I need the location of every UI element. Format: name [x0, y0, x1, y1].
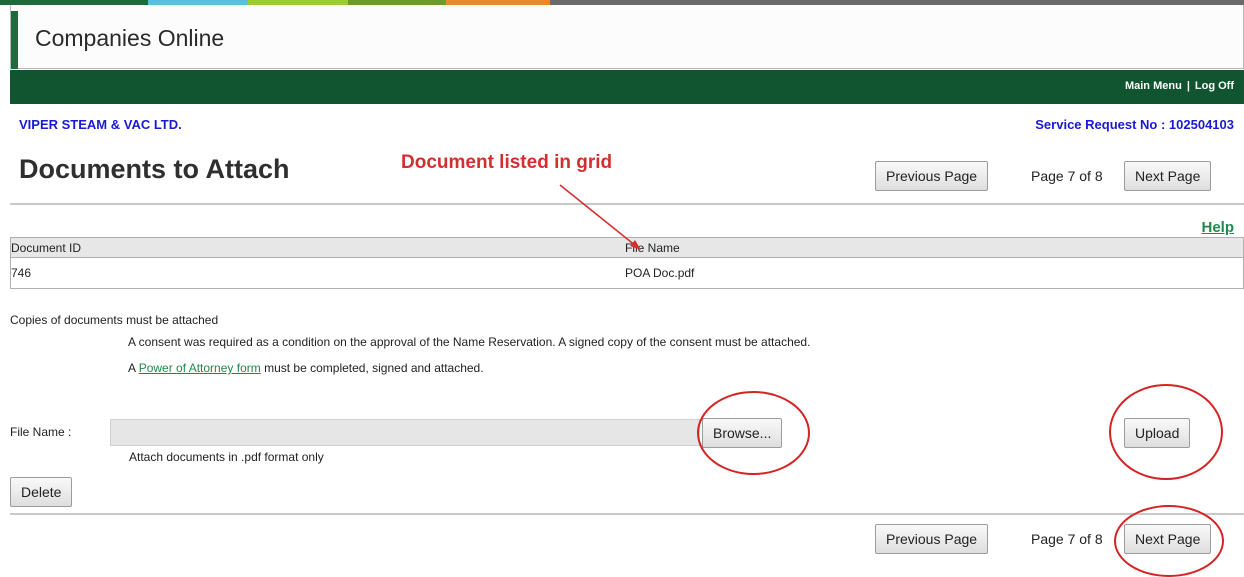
log-off-link[interactable]: Log Off	[1195, 80, 1234, 92]
grid-header-row: Document ID File Name	[11, 238, 1243, 258]
divider-bottom	[10, 513, 1244, 515]
page-indicator-top: Page 7 of 8	[1031, 168, 1103, 184]
column-header-document-id: Document ID	[11, 240, 82, 255]
browse-button[interactable]: Browse...	[702, 418, 783, 448]
company-name: VIPER STEAM & VAC LTD.	[19, 117, 182, 132]
notes-heading: Copies of documents must be attached	[10, 313, 219, 327]
next-page-button-top[interactable]: Next Page	[1124, 161, 1212, 191]
power-of-attorney-link[interactable]: Power of Attorney form	[139, 361, 261, 375]
main-menu-link[interactable]: Main Menu	[1125, 80, 1182, 92]
delete-button[interactable]: Delete	[10, 477, 73, 507]
annotation-callout-text: Document listed in grid	[401, 152, 613, 173]
next-page-button-bottom[interactable]: Next Page	[1124, 524, 1212, 554]
header-accent-bar	[11, 11, 18, 69]
previous-page-button-bottom[interactable]: Previous Page	[875, 524, 989, 554]
app-title: Companies Online	[35, 25, 225, 51]
poa-note-suffix: must be completed, signed and attached.	[260, 361, 484, 375]
previous-page-button-top[interactable]: Previous Page	[875, 161, 989, 191]
service-request-number: Service Request No : 102504103	[1035, 117, 1234, 132]
poa-note: A Power of Attorney form must be complet…	[128, 361, 484, 375]
file-name-label: File Name :	[10, 425, 72, 439]
table-row[interactable]: 746 POA Doc.pdf	[11, 258, 1243, 288]
app-header: Companies Online	[10, 5, 1244, 69]
column-header-file-name: File Name	[625, 240, 680, 255]
pdf-format-hint: Attach documents in .pdf format only	[129, 450, 324, 464]
help-link[interactable]: Help	[1201, 219, 1234, 236]
page-title: Documents to Attach	[19, 154, 290, 184]
poa-note-prefix: A	[128, 361, 139, 375]
file-name-input[interactable]	[110, 419, 700, 446]
page-indicator-bottom: Page 7 of 8	[1031, 531, 1103, 547]
nav-bar: Main Menu | Log Off	[10, 70, 1244, 104]
upload-button[interactable]: Upload	[1124, 418, 1191, 448]
cell-document-id: 746	[11, 266, 32, 280]
nav-links: Main Menu | Log Off	[1125, 80, 1234, 92]
divider-top	[10, 203, 1244, 205]
documents-grid: Document ID File Name 746 POA Doc.pdf	[10, 237, 1244, 289]
cell-file-name: POA Doc.pdf	[625, 266, 695, 280]
consent-note: A consent was required as a condition on…	[128, 335, 811, 349]
nav-separator: |	[1186, 80, 1190, 92]
